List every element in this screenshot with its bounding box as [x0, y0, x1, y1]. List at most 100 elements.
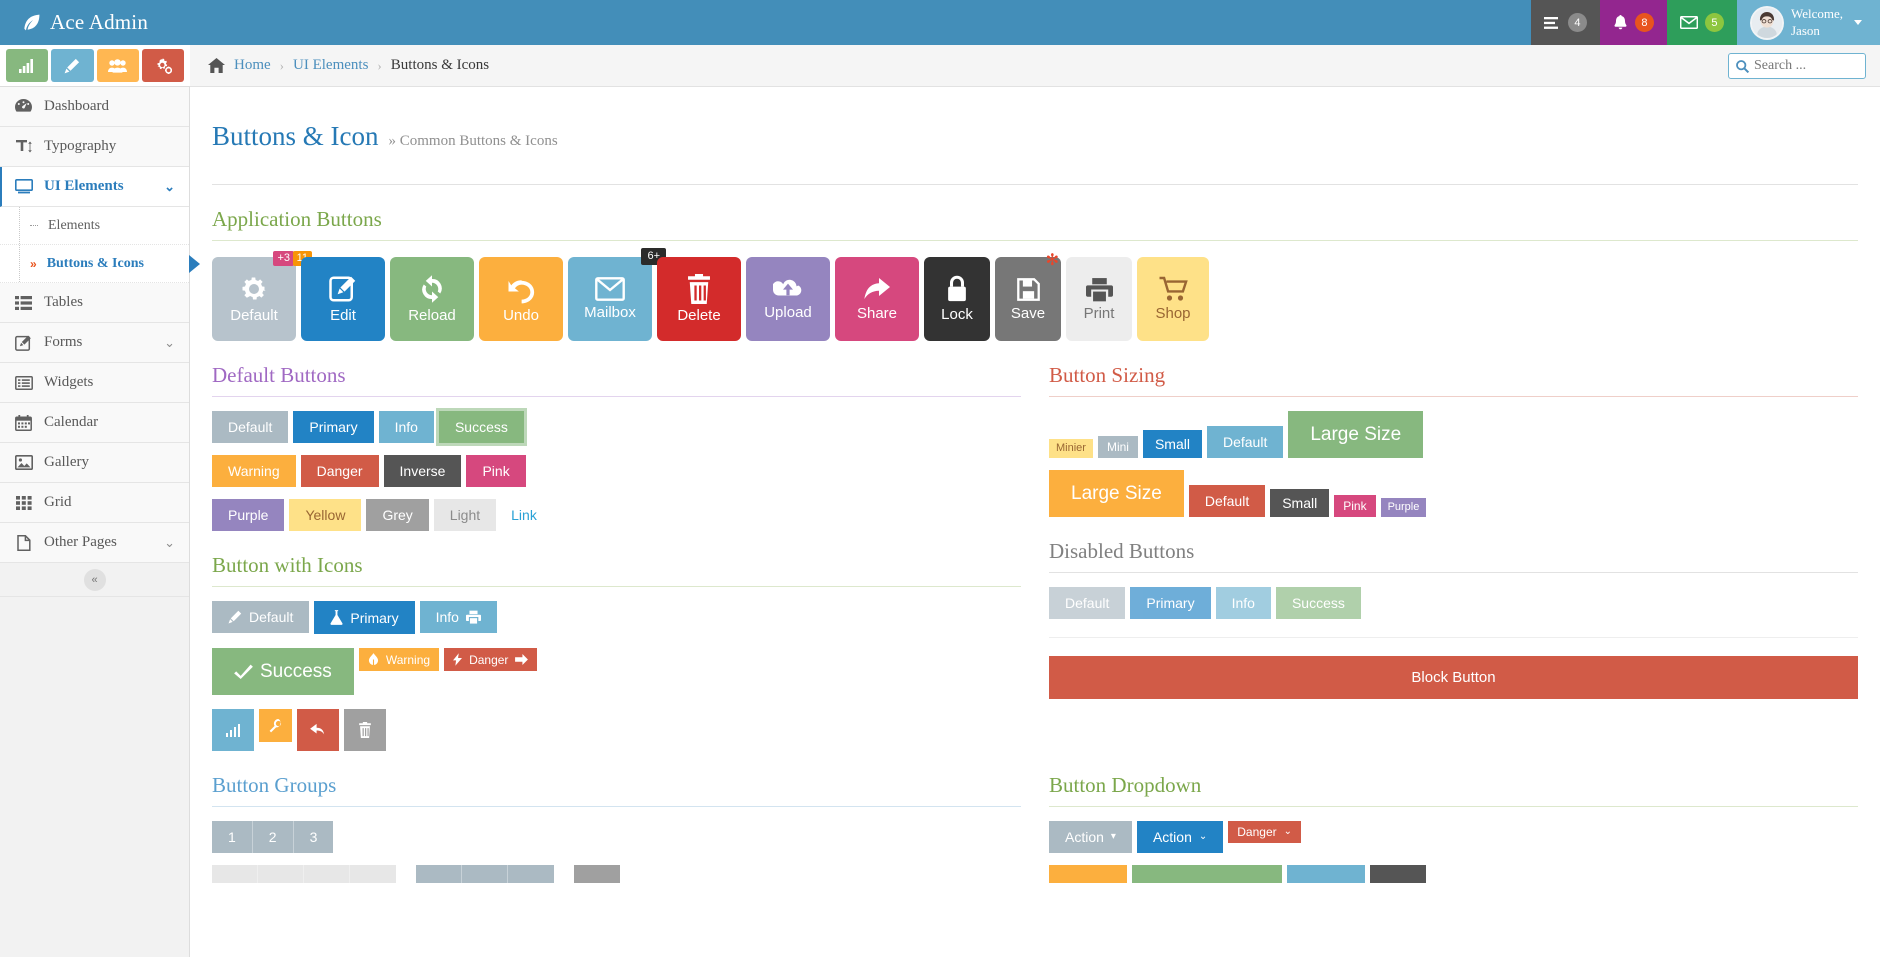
group-button[interactable] [416, 865, 462, 884]
button-default-size[interactable]: Default [1206, 426, 1284, 459]
sidebar-item-tables[interactable]: Tables [0, 283, 189, 323]
app-button-print[interactable]: Print [1066, 257, 1132, 342]
button-info-print[interactable]: Info [419, 601, 497, 634]
button-primary[interactable]: Primary [293, 411, 374, 444]
search-box[interactable]: Search ... [1728, 53, 1866, 79]
dropdown-success[interactable] [1132, 865, 1282, 884]
button-mini[interactable]: Mini [1097, 436, 1138, 459]
left-column: Default Buttons Default Primary Info Suc… [212, 341, 1021, 884]
button-danger-bolt[interactable]: Danger [444, 648, 538, 672]
button-large-warning[interactable]: Large Size [1049, 470, 1184, 518]
brand-title: Ace Admin [50, 10, 149, 34]
app-button-shop[interactable]: Shop [1137, 257, 1209, 342]
button-danger[interactable]: Danger [300, 455, 379, 488]
button-mini-pink[interactable]: Pink [1334, 495, 1376, 518]
file-icon [14, 534, 33, 551]
group-button-2[interactable]: 2 [252, 821, 294, 854]
dropdown-info[interactable] [1287, 865, 1365, 884]
app-button-edit[interactable]: Edit [301, 257, 385, 342]
group-button[interactable] [350, 865, 396, 884]
button-warning-leaf[interactable]: Warning [358, 648, 440, 672]
page-subtitle: » Common Buttons & Icons [388, 133, 558, 150]
sidebar-item-dashboard[interactable]: Dashboard [0, 87, 189, 127]
search-input[interactable]: Search ... [1754, 58, 1806, 74]
user-menu[interactable]: Welcome, Jason [1736, 0, 1880, 45]
dropdown-inverse[interactable] [1370, 865, 1426, 884]
button-purple[interactable]: Purple [212, 499, 285, 532]
dropdown-action-primary[interactable]: Action ⌄ [1136, 821, 1224, 854]
notifications-badge: 8 [1634, 13, 1654, 32]
app-button-save[interactable]: ✻ Save [995, 253, 1061, 342]
button-default-pencil[interactable]: Default [212, 601, 310, 634]
button-small[interactable]: Small [1142, 430, 1202, 459]
dropdown-danger[interactable]: Danger ⌄ [1228, 821, 1302, 844]
shortcut-edit[interactable] [51, 49, 94, 82]
button-pink[interactable]: Pink [466, 455, 526, 488]
button-success-check[interactable]: Success [212, 648, 354, 696]
group-button[interactable] [508, 865, 554, 884]
app-button-undo[interactable]: Undo [479, 257, 563, 342]
app-button-delete[interactable]: Delete [657, 257, 741, 342]
app-button-lock[interactable]: Lock [924, 257, 990, 342]
button-minier-purple[interactable]: Purple [1380, 498, 1427, 518]
button-yellow[interactable]: Yellow [289, 499, 362, 532]
group-button[interactable] [462, 865, 508, 884]
group-button[interactable] [212, 865, 258, 884]
button-warning[interactable]: Warning [212, 455, 296, 488]
brand[interactable]: Ace Admin [0, 0, 190, 45]
sidebar-item-forms[interactable]: Forms ⌄ [0, 323, 189, 363]
sidebar-item-elements[interactable]: Elements [0, 207, 189, 245]
group-button[interactable] [304, 865, 350, 884]
button-default[interactable]: Default [212, 411, 289, 444]
sidebar-item-other-pages[interactable]: Other Pages ⌄ [0, 523, 189, 563]
dropdown-warning[interactable] [1049, 865, 1127, 884]
button-label: Danger [1237, 825, 1277, 840]
app-button-label: Lock [941, 306, 973, 324]
button-info[interactable]: Info [378, 411, 434, 444]
undo-icon [506, 274, 536, 304]
sidebar-item-gallery[interactable]: Gallery [0, 443, 189, 483]
group-button-3[interactable]: 3 [293, 821, 334, 854]
button-grey[interactable]: Grey [366, 499, 429, 532]
button-wrench-icon-only[interactable] [259, 709, 292, 743]
group-button[interactable] [258, 865, 304, 884]
group-button-1[interactable]: 1 [212, 821, 253, 854]
dropdown-action-default[interactable]: Action ▾ [1049, 821, 1132, 854]
sidebar-item-calendar[interactable]: Calendar [0, 403, 189, 443]
app-button-upload[interactable]: Upload [746, 257, 830, 342]
button-minier[interactable]: Minier [1049, 439, 1093, 459]
breadcrumb-home[interactable]: Home [234, 57, 271, 74]
group-button[interactable] [574, 865, 620, 884]
button-large[interactable]: Large Size [1288, 411, 1424, 459]
sidebar-item-buttons-icons[interactable]: » Buttons & Icons [0, 245, 200, 283]
shortcut-users[interactable] [96, 49, 139, 82]
nav-messages[interactable]: 5 [1666, 0, 1737, 45]
sidebar-collapse-button[interactable]: « [83, 568, 106, 591]
button-inverse[interactable]: Inverse [383, 455, 462, 488]
button-undo-icon-only[interactable] [297, 709, 339, 752]
default-buttons-row-1: Default Primary Info Success [212, 411, 1021, 444]
button-trash-icon-only[interactable] [344, 709, 386, 752]
nav-notifications[interactable]: 8 [1599, 0, 1667, 45]
button-default-danger[interactable]: Default [1188, 485, 1266, 518]
button-success[interactable]: Success [438, 411, 524, 444]
button-light[interactable]: Light [433, 499, 497, 532]
breadcrumb-ui-elements[interactable]: UI Elements [293, 57, 368, 74]
sidebar-item-ui-elements[interactable]: UI Elements ⌄ [0, 167, 189, 207]
nav-tasks[interactable]: 4 [1530, 0, 1600, 45]
button-small-inverse[interactable]: Small [1270, 489, 1330, 518]
shortcut-settings[interactable] [141, 49, 184, 82]
button-link[interactable]: Link [501, 499, 553, 531]
shortcut-chart[interactable] [6, 49, 49, 82]
app-button-reload[interactable]: Reload [390, 257, 474, 342]
button-primary-flask[interactable]: Primary [314, 601, 415, 635]
app-button-mailbox[interactable]: 6+ Mailbox [568, 248, 666, 342]
sidebar-item-grid[interactable]: Grid [0, 483, 189, 523]
block-button[interactable]: Block Button [1049, 656, 1858, 700]
button-chart-icon-only[interactable] [212, 709, 254, 752]
sidebar-item-typography[interactable]: Typography [0, 127, 189, 167]
sidebar-item-label: Typography [44, 138, 117, 154]
app-button-share[interactable]: Share [835, 257, 919, 342]
app-button-default[interactable]: +3 11 Default [212, 251, 312, 342]
sidebar-item-widgets[interactable]: Widgets [0, 363, 189, 403]
